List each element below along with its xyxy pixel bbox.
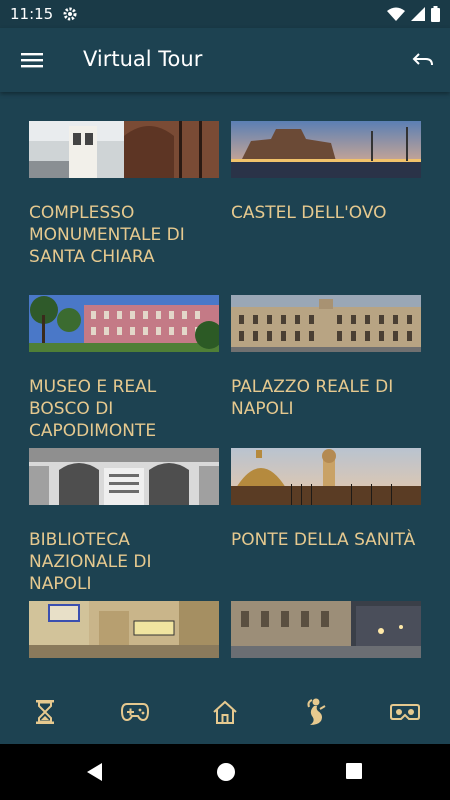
tile-image [231, 121, 421, 178]
vr-headset-icon[interactable] [389, 696, 421, 728]
tile-santa-chiara[interactable]: COMPLESSO MONUMENTALE DI SANTA CHIARA [29, 121, 219, 268]
recents-square-icon[interactable] [345, 762, 363, 785]
tile-image [231, 601, 421, 658]
bottom-navigation [0, 680, 450, 744]
tile-castel-dell-ovo[interactable]: CASTEL DELL'OVO [231, 121, 421, 224]
back-arrow-icon[interactable] [412, 50, 434, 70]
hourglass-icon[interactable] [29, 696, 61, 728]
status-bar: 11:15 [0, 0, 450, 28]
gear-icon [62, 6, 78, 27]
tile-capodimonte[interactable]: MUSEO E REAL BOSCO DI CAPODIMONTE [29, 295, 219, 442]
back-triangle-icon[interactable] [86, 762, 104, 787]
page-title: Virtual Tour [83, 47, 203, 71]
wifi-icon [387, 7, 405, 21]
system-navigation-bar [0, 744, 450, 800]
tile-palazzo-reale[interactable]: PALAZZO REALE DI NAPOLI [231, 295, 421, 420]
tile-image [29, 295, 219, 352]
tile-label: PONTE DELLA SANITÀ [231, 530, 416, 550]
gamepad-icon[interactable] [119, 696, 151, 728]
tile-image [231, 448, 421, 505]
home-circle-icon[interactable] [216, 762, 236, 787]
tile-ponte-sanita[interactable]: PONTE DELLA SANITÀ [231, 448, 421, 551]
signal-icon [411, 7, 425, 21]
menu-icon[interactable] [20, 50, 44, 70]
tile-label: BIBLIOTECA NAZIONALE DI NAPOLI [29, 530, 152, 594]
tile-night-street[interactable] [231, 601, 421, 680]
tour-grid: COMPLESSO MONUMENTALE DI SANTA CHIARA CA… [0, 92, 450, 680]
tile-image [231, 295, 421, 352]
tile-biblioteca[interactable]: BIBLIOTECA NAZIONALE DI NAPOLI [29, 448, 219, 595]
tile-label: MUSEO E REAL BOSCO DI CAPODIMONTE [29, 377, 157, 441]
tile-street[interactable] [29, 601, 219, 680]
tile-label: CASTEL DELL'OVO [231, 203, 387, 223]
home-icon[interactable] [209, 696, 241, 728]
mermaid-icon[interactable] [299, 696, 331, 728]
app-bar: Virtual Tour [0, 28, 450, 92]
status-icons [387, 6, 440, 22]
tile-image [29, 601, 219, 658]
status-time: 11:15 [10, 5, 54, 23]
tile-label: PALAZZO REALE DI NAPOLI [231, 377, 394, 419]
tile-label: COMPLESSO MONUMENTALE DI SANTA CHIARA [29, 203, 185, 267]
battery-icon [431, 6, 440, 22]
tile-image [29, 448, 219, 505]
tile-image [29, 121, 219, 178]
